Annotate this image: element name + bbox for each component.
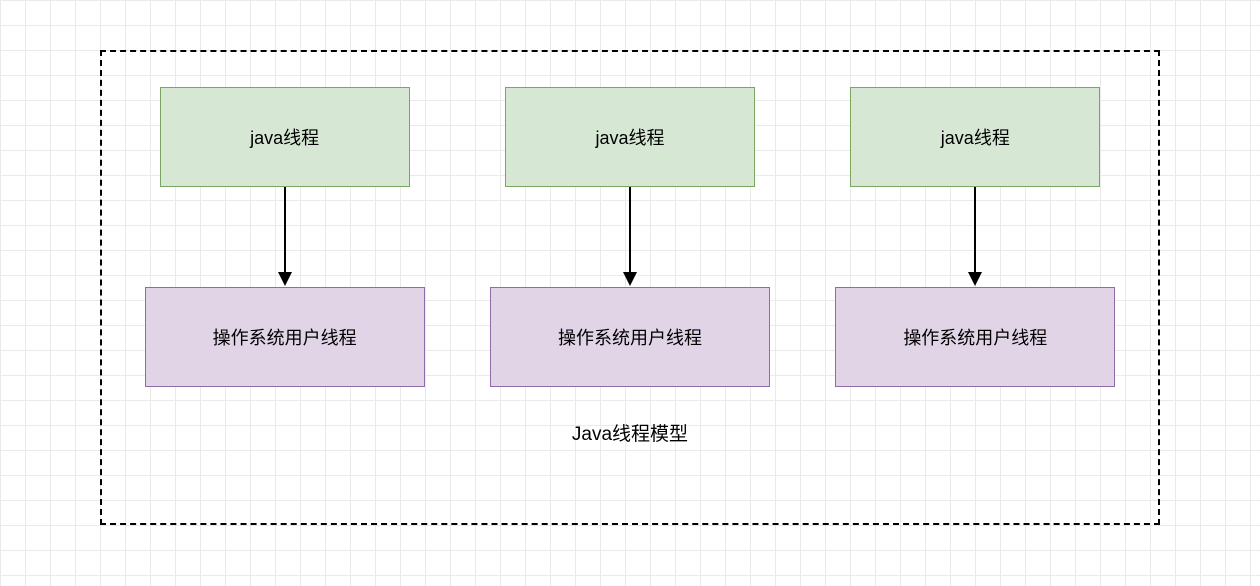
java-thread-box: java线程 (505, 87, 755, 187)
arrow-down-icon (284, 187, 286, 287)
thread-column-3: java线程 操作系统用户线程 (833, 87, 1118, 387)
java-thread-box: java线程 (160, 87, 410, 187)
java-thread-label: java线程 (250, 124, 319, 150)
java-thread-box: java线程 (850, 87, 1100, 187)
os-thread-box: 操作系统用户线程 (835, 287, 1115, 387)
java-thread-label: java线程 (941, 124, 1010, 150)
os-thread-label: 操作系统用户线程 (213, 324, 357, 350)
os-thread-label: 操作系统用户线程 (558, 324, 702, 350)
columns-wrapper: java线程 操作系统用户线程 java线程 操作系统用户线程 (102, 52, 1158, 387)
arrow-down-icon (974, 187, 976, 287)
os-thread-box: 操作系统用户线程 (490, 287, 770, 387)
diagram-container: java线程 操作系统用户线程 java线程 操作系统用户线程 (100, 50, 1160, 525)
os-thread-box: 操作系统用户线程 (145, 287, 425, 387)
java-thread-label: java线程 (595, 124, 664, 150)
thread-column-1: java线程 操作系统用户线程 (142, 87, 427, 387)
thread-column-2: java线程 操作系统用户线程 (487, 87, 772, 387)
arrow-down-icon (629, 187, 631, 287)
diagram-title: Java线程模型 (102, 419, 1158, 446)
os-thread-label: 操作系统用户线程 (903, 324, 1047, 350)
